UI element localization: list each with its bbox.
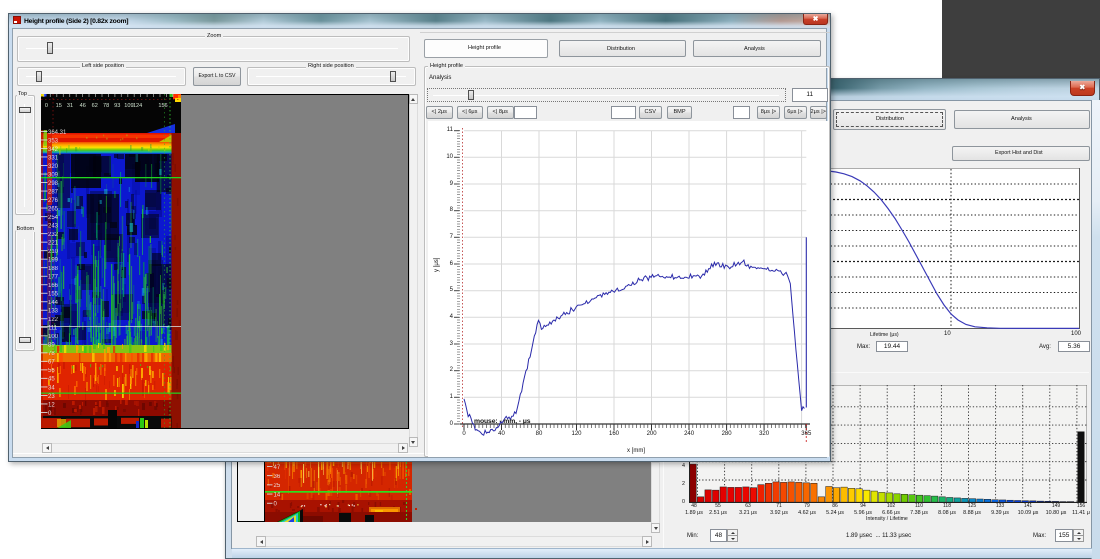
svg-text:364.31: 364.31 <box>48 130 67 136</box>
svg-text:56: 56 <box>48 368 55 374</box>
svg-text:124: 124 <box>133 103 142 109</box>
svg-text:15: 15 <box>56 103 62 109</box>
svg-text:67: 67 <box>48 360 55 366</box>
svg-text:34: 34 <box>48 385 55 391</box>
svg-text:122: 122 <box>48 317 59 323</box>
svg-text:45: 45 <box>48 377 55 383</box>
svg-text:254: 254 <box>48 215 59 221</box>
svg-text:221: 221 <box>48 241 59 247</box>
svg-text:243: 243 <box>48 224 59 230</box>
svg-text:342: 342 <box>48 147 59 153</box>
svg-text:100: 100 <box>48 334 59 340</box>
svg-text:309: 309 <box>48 172 59 178</box>
svg-text:78: 78 <box>103 103 109 109</box>
svg-text:156: 156 <box>158 103 167 109</box>
svg-text:12: 12 <box>48 402 55 408</box>
svg-text:265: 265 <box>48 206 59 212</box>
svg-text:298: 298 <box>48 181 59 187</box>
svg-text:46: 46 <box>80 103 86 109</box>
svg-text:320: 320 <box>48 164 59 170</box>
svg-text:166: 166 <box>48 283 59 289</box>
svg-text:47: 47 <box>274 465 281 471</box>
svg-text:331: 331 <box>48 155 59 161</box>
svg-text:353: 353 <box>48 138 59 144</box>
svg-text:133: 133 <box>48 309 59 315</box>
svg-text:199: 199 <box>48 258 59 264</box>
svg-text:177: 177 <box>48 275 59 281</box>
svg-text:93: 93 <box>114 103 120 109</box>
svg-text:78: 78 <box>48 351 55 357</box>
svg-text:62: 62 <box>92 103 98 109</box>
svg-text:188: 188 <box>48 266 59 272</box>
svg-text:276: 276 <box>48 198 59 204</box>
svg-text:111: 111 <box>48 326 58 332</box>
svg-text:287: 287 <box>48 189 59 195</box>
svg-text:232: 232 <box>48 232 59 238</box>
svg-text:14: 14 <box>274 492 281 498</box>
svg-text:0: 0 <box>45 103 48 109</box>
svg-text:155: 155 <box>48 292 59 298</box>
svg-text:25: 25 <box>274 483 281 489</box>
svg-text:89: 89 <box>48 343 55 349</box>
svg-text:144: 144 <box>48 300 59 306</box>
svg-text:210: 210 <box>48 249 59 255</box>
svg-text:23: 23 <box>48 394 55 400</box>
svg-text:31: 31 <box>67 103 73 109</box>
svg-text:36: 36 <box>274 474 281 480</box>
